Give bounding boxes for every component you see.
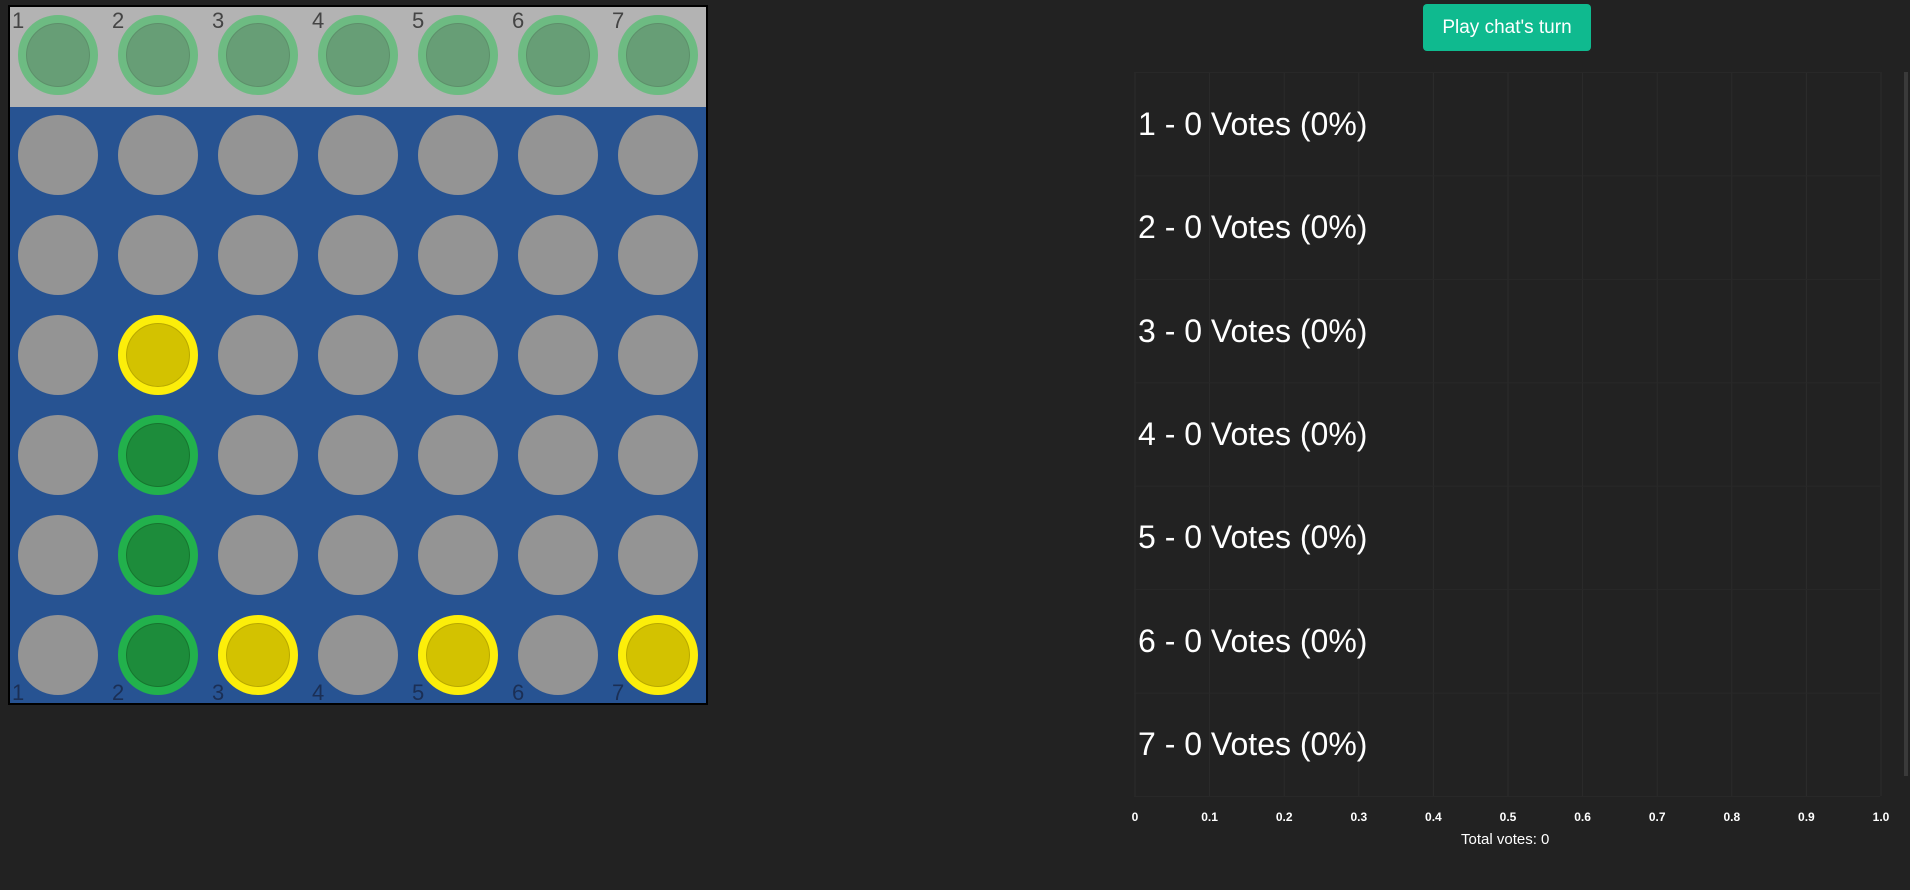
board-cell bbox=[318, 215, 398, 295]
vote-row-label: 1 - 0 Votes (0%) bbox=[1138, 105, 1368, 142]
vote-row-label: 6 - 0 Votes (0%) bbox=[1138, 622, 1368, 659]
yellow-disc bbox=[418, 615, 498, 695]
x-tick-label: 0.3 bbox=[1350, 810, 1368, 824]
board-cell bbox=[18, 515, 98, 595]
board-cell bbox=[118, 115, 198, 195]
scrollbar[interactable] bbox=[1904, 72, 1908, 776]
drop-preview-slot-6[interactable] bbox=[518, 15, 598, 95]
drop-preview-slot-5[interactable] bbox=[418, 15, 498, 95]
board-cell bbox=[118, 215, 198, 295]
drop-preview-slot-7[interactable] bbox=[618, 15, 698, 95]
x-tick-label: 0.1 bbox=[1201, 810, 1218, 824]
yellow-disc bbox=[218, 615, 298, 695]
column-number-top: 1 bbox=[12, 8, 25, 33]
app-root: 1 1 2 2 3 3 4 4 5 5 6 6 7 7 Play chat's turn 1 - 0 Vo… bbox=[0, 0, 1910, 890]
column-number-bottom: 7 bbox=[612, 680, 625, 705]
board-cell bbox=[418, 215, 498, 295]
game-board: 1 1 2 2 3 3 4 4 5 5 6 6 7 7 bbox=[8, 5, 708, 705]
green-disc bbox=[118, 615, 198, 695]
board-cell bbox=[418, 115, 498, 195]
column-number-bottom: 6 bbox=[512, 680, 525, 705]
board-cell bbox=[618, 515, 698, 595]
board-cell bbox=[218, 415, 298, 495]
drop-preview-slot-3[interactable] bbox=[218, 15, 298, 95]
board-cell bbox=[18, 415, 98, 495]
board-cell bbox=[518, 415, 598, 495]
column-number-top: 4 bbox=[312, 8, 325, 33]
x-tick-label: 0.9 bbox=[1798, 810, 1815, 824]
x-tick-label: 0.8 bbox=[1723, 810, 1741, 824]
board-cell bbox=[518, 215, 598, 295]
x-tick-label: 0 bbox=[1131, 810, 1139, 824]
board-cell bbox=[318, 415, 398, 495]
column-number-bottom: 4 bbox=[312, 680, 325, 705]
board-cell bbox=[518, 615, 598, 695]
column-number-top: 5 bbox=[412, 8, 425, 33]
board-cell bbox=[218, 215, 298, 295]
column-number-top: 3 bbox=[212, 8, 225, 33]
board-cell bbox=[18, 615, 98, 695]
green-disc bbox=[118, 515, 198, 595]
board-cell bbox=[218, 515, 298, 595]
drop-preview-slot-1[interactable] bbox=[18, 15, 98, 95]
board-cell bbox=[518, 515, 598, 595]
board-cell bbox=[518, 115, 598, 195]
board-cell bbox=[418, 415, 498, 495]
vote-row-label: 5 - 0 Votes (0%) bbox=[1138, 519, 1368, 556]
column-number-top: 6 bbox=[512, 8, 525, 33]
board-cell bbox=[618, 315, 698, 395]
board-cell bbox=[318, 515, 398, 595]
x-tick-label: 0.7 bbox=[1648, 810, 1666, 824]
vote-row-label: 2 - 0 Votes (0%) bbox=[1138, 209, 1368, 246]
x-tick-label: 1.0 bbox=[1872, 810, 1890, 824]
total-votes-label: Total votes: 0 bbox=[1461, 831, 1550, 848]
board-cell bbox=[318, 615, 398, 695]
green-disc bbox=[118, 415, 198, 495]
board-cell bbox=[18, 315, 98, 395]
x-tick-label: 0.6 bbox=[1574, 810, 1591, 824]
board-cell bbox=[218, 315, 298, 395]
board-cell bbox=[18, 115, 98, 195]
board-cell bbox=[218, 115, 298, 195]
board-cell bbox=[318, 315, 398, 395]
yellow-disc bbox=[618, 615, 698, 695]
board-cell bbox=[618, 415, 698, 495]
x-tick-label: 0.5 bbox=[1499, 810, 1517, 824]
vote-row-label: 3 - 0 Votes (0%) bbox=[1138, 312, 1368, 349]
x-tick-label: 0.2 bbox=[1275, 810, 1293, 824]
board-cell bbox=[418, 515, 498, 595]
vote-row-label: 7 - 0 Votes (0%) bbox=[1138, 726, 1368, 763]
board-cell bbox=[518, 315, 598, 395]
board-cell bbox=[418, 315, 498, 395]
x-tick-label: 0.4 bbox=[1425, 810, 1442, 824]
board-cell bbox=[618, 115, 698, 195]
drop-preview-slot-2[interactable] bbox=[118, 15, 198, 95]
column-number-bottom: 1 bbox=[12, 680, 25, 705]
column-number-top: 7 bbox=[612, 8, 625, 33]
column-number-bottom: 3 bbox=[212, 680, 225, 705]
board-cell bbox=[618, 215, 698, 295]
column-number-bottom: 5 bbox=[412, 680, 425, 705]
column-number-bottom: 2 bbox=[112, 680, 125, 705]
vote-chart: 1 - 0 Votes (0%) 2 - 0 Votes (0%) 3 - 0 Vo… bbox=[1131, 72, 1910, 852]
column-number-top: 2 bbox=[112, 8, 125, 33]
vote-row-label: 4 - 0 Votes (0%) bbox=[1138, 416, 1368, 452]
board-cell bbox=[318, 115, 398, 195]
yellow-disc bbox=[118, 315, 198, 395]
drop-preview-slot-4[interactable] bbox=[318, 15, 398, 95]
board-cell bbox=[18, 215, 98, 295]
play-chats-turn-button[interactable]: Play chat's turn bbox=[1423, 4, 1591, 51]
